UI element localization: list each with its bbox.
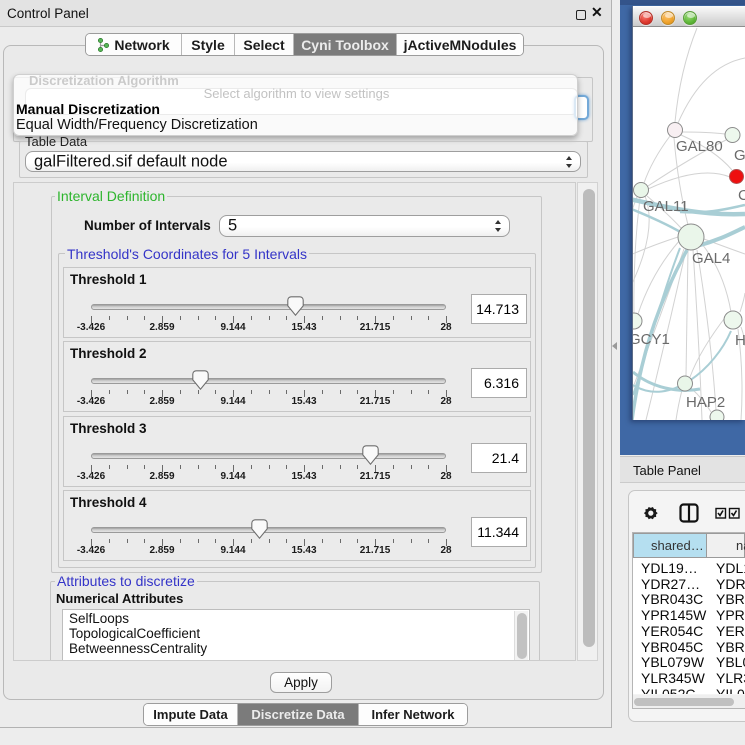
svg-text:HAP2: HAP2	[686, 394, 725, 411]
svg-text:GAL1: GAL1	[734, 147, 745, 164]
svg-text:GAL4: GAL4	[692, 250, 730, 267]
svg-text:GAL11: GAL11	[643, 198, 689, 215]
svg-text:GAL80: GAL80	[676, 138, 723, 155]
svg-text:HAP4: HAP4	[735, 332, 745, 349]
svg-text:CYC8: CYC8	[738, 187, 745, 204]
svg-text:GCY1: GCY1	[633, 331, 670, 348]
